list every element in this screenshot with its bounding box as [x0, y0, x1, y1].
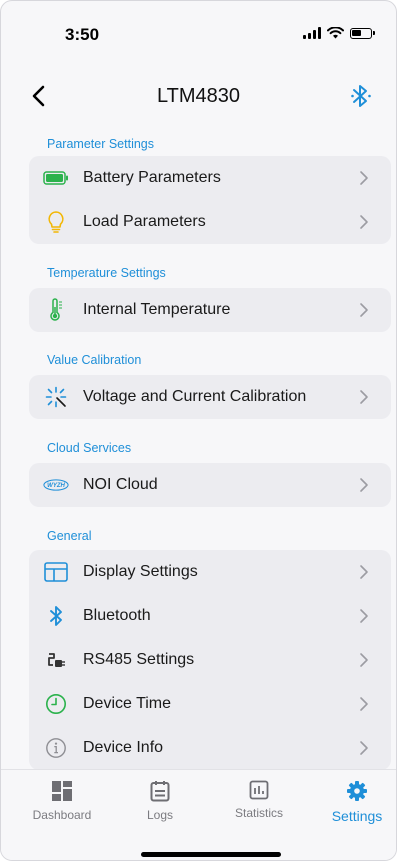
- chevron-right-icon: [360, 609, 368, 623]
- row-voltage-current-calibration[interactable]: Voltage and Current Calibration: [29, 375, 391, 419]
- cloud-logo-text: WYZH: [47, 483, 65, 489]
- wifi-icon: [327, 27, 344, 39]
- nav-bar: LTM4830: [1, 73, 396, 119]
- tab-bar: Dashboard Logs Statistics Settings: [1, 769, 396, 860]
- calibration-sparkle-icon: [43, 385, 69, 409]
- row-label: Device Info: [83, 739, 164, 756]
- row-rs485-settings[interactable]: RS485 Settings: [29, 638, 391, 682]
- section-header-temperature: Temperature Settings: [47, 266, 166, 280]
- battery-icon: [43, 166, 69, 190]
- row-display-settings[interactable]: Display Settings: [29, 550, 391, 594]
- tab-label: Dashboard: [32, 808, 92, 822]
- group-cloud: WYZH NOI Cloud: [29, 463, 391, 507]
- tab-logs[interactable]: Logs: [120, 780, 200, 822]
- dashboard-icon: [52, 781, 72, 801]
- row-device-time[interactable]: Device Time: [29, 682, 391, 726]
- group-temperature: Internal Temperature: [29, 288, 391, 332]
- row-label: NOI Cloud: [83, 476, 158, 493]
- statistics-icon: [249, 780, 269, 800]
- clock-icon: [43, 692, 69, 716]
- cable-plug-icon: [43, 648, 69, 672]
- row-noi-cloud[interactable]: WYZH NOI Cloud: [29, 463, 391, 507]
- status-bar: 3:50: [1, 1, 396, 61]
- section-header-calibration: Value Calibration: [47, 353, 142, 367]
- bluetooth-icon: [43, 604, 69, 628]
- chevron-right-icon: [360, 565, 368, 579]
- display-layout-icon: [43, 560, 69, 584]
- bluetooth-icon[interactable]: [350, 83, 372, 109]
- chevron-right-icon: [360, 653, 368, 667]
- row-label: Internal Temperature: [83, 301, 231, 318]
- row-label: Battery Parameters: [83, 169, 221, 186]
- row-label: Display Settings: [83, 563, 198, 580]
- chevron-right-icon: [360, 390, 368, 404]
- tab-label: Statistics: [234, 806, 283, 820]
- chevron-right-icon: [360, 303, 368, 317]
- tab-dashboard[interactable]: Dashboard: [22, 780, 102, 822]
- section-header-cloud: Cloud Services: [47, 441, 132, 455]
- row-bluetooth[interactable]: Bluetooth: [29, 594, 391, 638]
- tab-settings[interactable]: Settings: [317, 780, 396, 824]
- chevron-right-icon: [360, 697, 368, 711]
- tab-label: Settings: [331, 808, 383, 824]
- lightbulb-icon: [43, 210, 69, 234]
- gear-icon: [347, 781, 367, 801]
- battery-status-icon: [350, 27, 375, 39]
- group-parameter: Battery Parameters Load Parameters: [29, 156, 391, 244]
- page-title: LTM4830: [156, 85, 240, 107]
- row-label: Load Parameters: [83, 213, 206, 230]
- section-header-parameter: Parameter Settings: [47, 137, 154, 151]
- row-battery-parameters[interactable]: Battery Parameters: [29, 156, 391, 200]
- chevron-right-icon: [360, 741, 368, 755]
- section-header-general: General: [47, 529, 92, 543]
- chevron-right-icon: [360, 478, 368, 492]
- row-label: Voltage and Current Calibration: [83, 388, 307, 405]
- home-indicator[interactable]: [141, 852, 281, 857]
- status-time: 3:50: [65, 25, 100, 44]
- chevron-right-icon: [360, 171, 368, 185]
- thermometer-icon: [43, 298, 69, 322]
- cloud-logo-icon: WYZH: [43, 473, 69, 497]
- phone-screen: 3:50 LTM4830 Parameter Settings Battery …: [0, 0, 397, 861]
- row-label: Device Time: [83, 695, 172, 712]
- logs-icon: [150, 781, 170, 802]
- chevron-right-icon: [360, 215, 368, 229]
- tab-label: Logs: [146, 808, 174, 822]
- row-label: Bluetooth: [83, 607, 151, 624]
- group-general: Display Settings Bluetooth RS485 Setting…: [29, 550, 391, 770]
- status-icons: [303, 27, 375, 39]
- row-load-parameters[interactable]: Load Parameters: [29, 200, 391, 244]
- tab-statistics[interactable]: Statistics: [219, 780, 299, 820]
- group-calibration: Voltage and Current Calibration: [29, 375, 391, 419]
- row-label: RS485 Settings: [83, 651, 195, 668]
- row-device-info[interactable]: Device Info: [29, 726, 391, 770]
- row-internal-temperature[interactable]: Internal Temperature: [29, 288, 391, 332]
- signal-icon: [303, 27, 321, 39]
- info-icon: [43, 736, 69, 760]
